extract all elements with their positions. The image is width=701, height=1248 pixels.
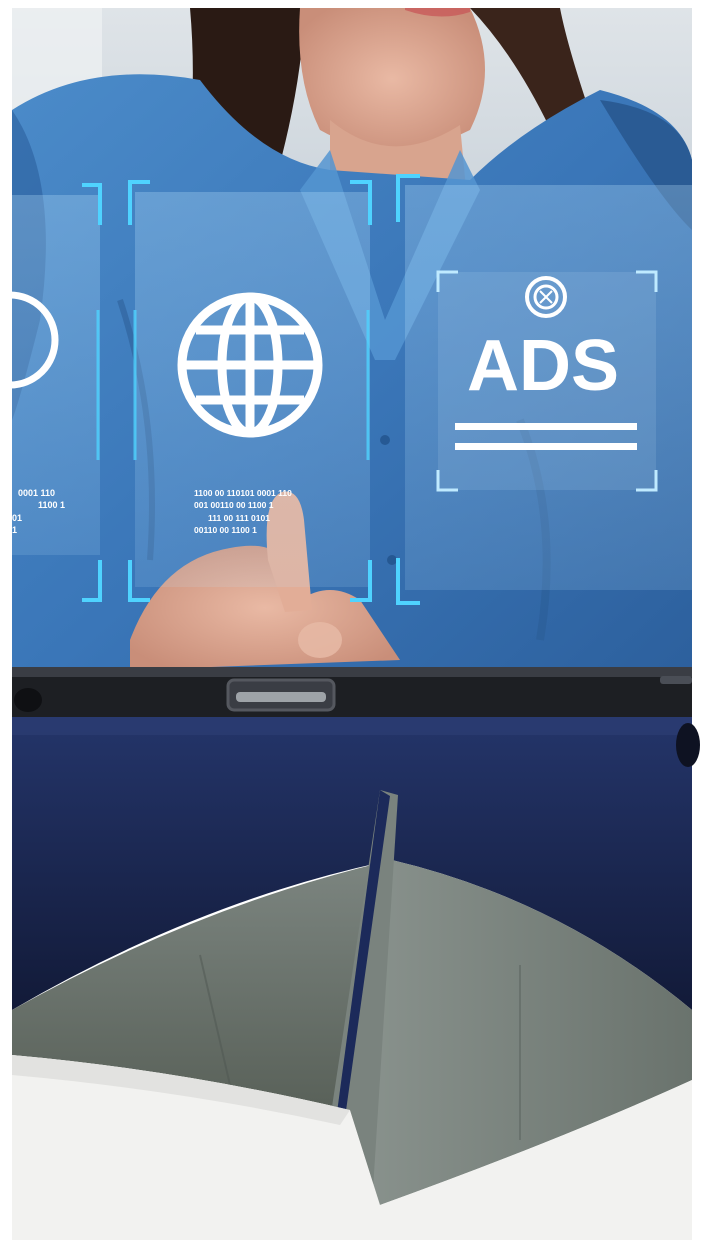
code-line: 00110 00 1100 1 [194,525,257,535]
hologram-panel-center: 1100 00 110101 0001 110 001 00110 00 110… [128,180,372,602]
code-line: 1100 00 110101 0001 110 [194,488,292,498]
text-line-bar [455,423,637,430]
hologram-panel-left: 0001 110 1100 1 01 1 [0,183,102,602]
globe-icon [177,292,323,438]
code-line: 0001 110 [18,488,55,498]
code-line: 001 00110 00 1100 1 [194,500,274,510]
code-line: 01 [12,513,22,523]
hologram-panel-right: ADS [396,174,692,605]
photo-scene: 0001 110 1100 1 01 1 1100 00 110101 0001… [0,0,701,1248]
ads-label: ADS [467,326,619,406]
code-line: 1 [12,525,17,535]
photo-illustration: 0001 110 1100 1 01 1 1100 00 110101 0001… [0,0,701,1248]
code-line: 1100 1 [38,500,65,510]
text-line-bar [455,443,637,450]
code-line: 111 00 111 0101 [208,513,270,523]
